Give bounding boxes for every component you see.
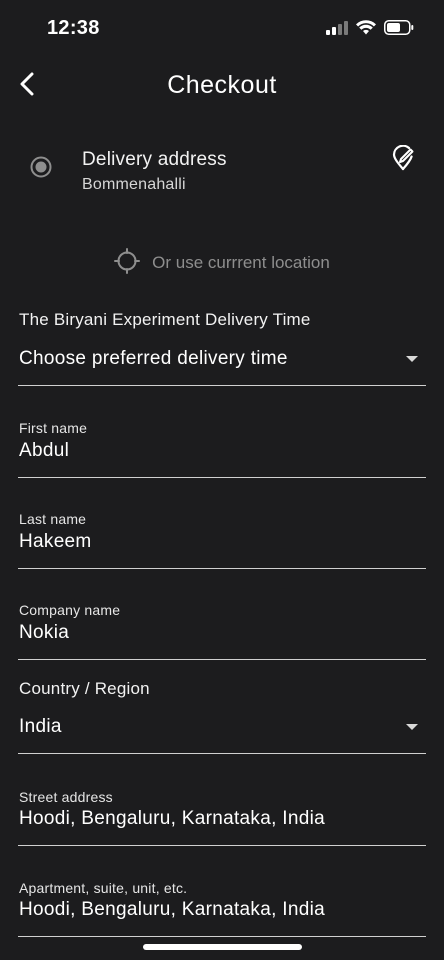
current-location-label: Or use currrent location: [152, 253, 330, 272]
delivery-address-option[interactable]: Delivery address Bommenahalli: [0, 140, 444, 204]
apartment-field[interactable]: Apartment, suite, unit, etc. Hoodi, Beng…: [18, 876, 426, 937]
wifi-icon: [356, 20, 376, 40]
delivery-address-title: Delivery address: [82, 149, 227, 170]
company-name-field[interactable]: Company name Nokia: [18, 598, 426, 660]
header: Checkout: [0, 62, 444, 110]
caret-down-icon: [406, 724, 418, 730]
street-address-value[interactable]: Hoodi, Bengaluru, Karnataka, India: [19, 808, 325, 830]
country-select[interactable]: India: [18, 706, 426, 754]
location-edit-icon: [392, 144, 414, 176]
last-name-value[interactable]: Hakeem: [19, 531, 92, 553]
home-indicator[interactable]: [143, 944, 302, 950]
first-name-value[interactable]: Abdul: [19, 440, 69, 462]
country-value: India: [19, 716, 62, 737]
cellular-signal-icon: [326, 20, 348, 40]
radio-selected-icon[interactable]: [30, 156, 52, 178]
delivery-time-label: The Biryani Experiment Delivery Time: [19, 310, 311, 329]
battery-icon: [384, 20, 414, 40]
last-name-field[interactable]: Last name Hakeem: [18, 507, 426, 569]
street-address-field[interactable]: Street address Hoodi, Bengaluru, Karnata…: [18, 785, 426, 846]
apartment-value[interactable]: Hoodi, Bengaluru, Karnataka, India: [19, 899, 325, 921]
company-name-label: Company name: [19, 602, 121, 618]
delivery-address-value: Bommenahalli: [82, 176, 186, 193]
crosshair-icon: [114, 247, 141, 279]
use-current-location-button[interactable]: Or use currrent location: [0, 247, 444, 279]
first-name-field[interactable]: First name Abdul: [18, 416, 426, 478]
company-name-value[interactable]: Nokia: [19, 622, 69, 644]
caret-down-icon: [406, 356, 418, 362]
street-address-label: Street address: [19, 789, 113, 805]
status-bar: 12:38: [0, 0, 444, 58]
last-name-label: Last name: [19, 511, 87, 527]
checkout-screen: 12:38 Checkout Delivery address Bommenah…: [0, 0, 444, 960]
page-title: Checkout: [167, 71, 277, 99]
delivery-time-select[interactable]: Choose preferred delivery time: [18, 338, 426, 386]
status-icons: [326, 20, 414, 40]
edit-location-button[interactable]: [390, 144, 416, 176]
delivery-time-value: Choose preferred delivery time: [19, 348, 288, 369]
first-name-label: First name: [19, 420, 88, 436]
apartment-label: Apartment, suite, unit, etc.: [19, 880, 188, 896]
status-time: 12:38: [47, 17, 100, 39]
country-label: Country / Region: [19, 679, 150, 698]
